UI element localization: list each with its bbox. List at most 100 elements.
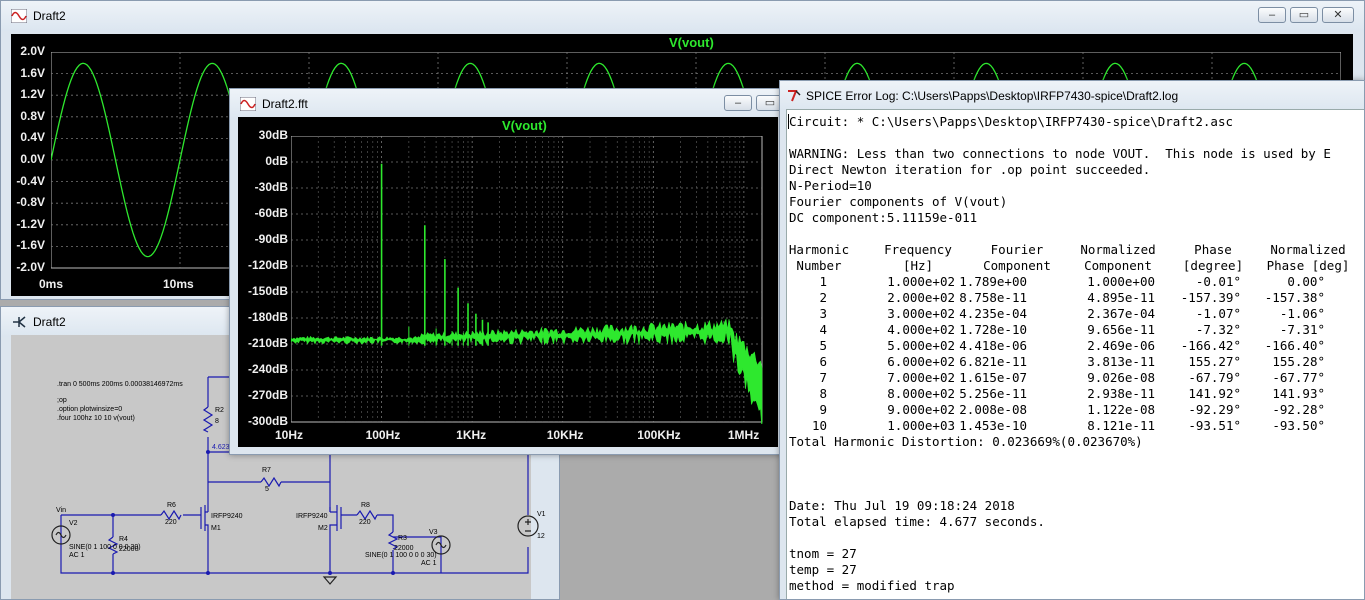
transient-y-tick: -0.4V (16, 173, 45, 188)
log-header-line: Fourier components of V(vout) (789, 194, 1008, 209)
fft-y-tick: -150dB (247, 284, 288, 298)
fourier-table-header: Normalized (1080, 242, 1156, 257)
fft-y-tick: -30dB (254, 180, 288, 194)
r2-label[interactable]: R2 (215, 407, 224, 414)
fourier-table-header: [degree] (1182, 258, 1244, 273)
fourier-table-cell: 0.00° (1287, 274, 1325, 289)
transient-y-tick: 0.0V (20, 152, 45, 166)
fft-titlebar[interactable]: Draft2.fft – ▭ (230, 89, 786, 119)
fourier-table-header: Frequency (884, 242, 952, 257)
log-titlebar[interactable]: SPICE Error Log: C:\Users\Papps\Desktop\… (780, 81, 1364, 111)
close-button[interactable]: ✕ (1322, 7, 1354, 23)
transient-y-tick: 0.4V (20, 130, 45, 145)
r6-value[interactable]: 220 (165, 519, 177, 526)
m1-label[interactable]: M1 (211, 525, 221, 532)
fourier-table-cell: -7.32° (1195, 322, 1241, 337)
fft-x-tick: 1KHz (456, 428, 487, 442)
r7-value[interactable]: 5 (265, 486, 269, 493)
fourier-table-header: Harmonic (788, 242, 850, 257)
fourier-table-cell: 4.235e-04 (959, 306, 1027, 321)
fourier-table-cell: 4 (819, 322, 827, 337)
fourier-table-cell: 6 (819, 354, 827, 369)
fft-x-tick: 10Hz (275, 428, 304, 442)
r3-value[interactable]: 22000 (394, 545, 413, 552)
node-voltage-label: 4.623 (212, 444, 230, 451)
fourier-table-header: Fourier (990, 242, 1044, 257)
fourier-table-cell: 9 (819, 402, 827, 417)
r4-label[interactable]: R4 (119, 536, 128, 543)
v3-ac-spec[interactable]: AC 1 (421, 560, 437, 567)
fourier-table-header: Component (1084, 258, 1152, 273)
fourier-table-header: Normalized (1270, 242, 1346, 257)
fourier-table-cell: 10 (811, 418, 827, 433)
vin-net-label[interactable]: Vin (56, 507, 66, 514)
fourier-table-cell: 1.000e+00 (1087, 274, 1155, 289)
fourier-table-header: Number (796, 258, 842, 273)
log-header-line: N-Period=10 (789, 178, 872, 193)
v3-source-spec[interactable]: SINE(0 1 100 0 0 0 30) (365, 552, 437, 559)
fft-y-tick: -240dB (247, 362, 288, 376)
fourier-table-cell: -7.31° (1279, 322, 1325, 337)
v2-label[interactable]: V2 (69, 520, 78, 527)
fourier-table-cell: 1.122e-08 (1087, 402, 1155, 417)
fourier-table-cell: 1.453e-10 (959, 418, 1027, 433)
fourier-table-cell: 2.938e-11 (1087, 386, 1155, 401)
fourier-table-cell: -157.39° (1180, 290, 1241, 305)
r2-value[interactable]: 8 (215, 418, 219, 425)
transient-y-tick: 0.8V (20, 108, 45, 123)
fourier-table-cell: 141.93° (1272, 386, 1325, 401)
fft-grid-frame (291, 136, 763, 423)
transient-title: Draft2 (33, 9, 66, 23)
r6-label[interactable]: R6 (167, 502, 176, 509)
fourier-table-cell: -166.42° (1180, 338, 1241, 353)
fft-grid (291, 136, 762, 422)
fourier-table-cell: -93.51° (1188, 418, 1241, 433)
r4-value[interactable]: 22000 (119, 546, 138, 553)
fourier-table-cell: 155.28° (1272, 354, 1325, 369)
spice-log-icon (788, 90, 801, 102)
fft-plot-window[interactable]: Draft2.fft – ▭ V(vout) 30dB 0dB -30dB -60dB… (229, 88, 787, 455)
log-text-area[interactable]: Circuit: * C:\Users\Papps\Desktop\IRFP74… (786, 109, 1364, 599)
fft-y-tick: 30dB (258, 128, 288, 142)
transient-y-tick: -2.0V (16, 260, 45, 274)
m2-label[interactable]: M2 (318, 525, 328, 532)
error-log-window[interactable]: SPICE Error Log: C:\Users\Papps\Desktop\… (779, 80, 1365, 600)
fourier-table-cell: 141.92° (1188, 386, 1241, 401)
minimize-icon: – (1268, 9, 1276, 21)
fourier-table-cell: 2 (819, 290, 827, 305)
transient-y-tick: -1.2V (16, 216, 45, 231)
fourier-table-cell: 8.758e-11 (959, 290, 1027, 305)
fourier-table-cell: 4.418e-06 (959, 338, 1027, 353)
fft-y-tick: -90dB (254, 232, 288, 246)
fourier-table-cell: 3.813e-11 (1087, 354, 1155, 369)
m1-model-label[interactable]: IRFP9240 (211, 513, 243, 520)
r8-value[interactable]: 220 (359, 519, 371, 526)
fourier-table-cell: 1.615e-07 (959, 370, 1027, 385)
r3-label[interactable]: R3 (398, 535, 407, 542)
v1-label[interactable]: V1 (537, 511, 546, 518)
thd-line: Total Harmonic Distortion: 0.023669%(0.0… (789, 434, 1143, 449)
close-icon: ✕ (1333, 9, 1343, 21)
fft-trace-label[interactable]: V(vout) (502, 118, 547, 133)
transient-x-tick: 0ms (39, 277, 64, 291)
transient-x-tick: 10ms (163, 277, 194, 291)
maximize-button[interactable]: ▭ (1290, 7, 1318, 23)
transient-trace-label[interactable]: V(vout) (669, 35, 714, 50)
fourier-table-cell: 5 (819, 338, 827, 353)
log-header-line: DC component:5.11159e-011 (789, 210, 978, 225)
transient-titlebar[interactable]: Draft2 – ▭ ✕ (1, 1, 1364, 31)
fourier-table-cell: 2.008e-08 (959, 402, 1027, 417)
minimize-button[interactable]: – (1258, 7, 1286, 23)
r7-label[interactable]: R7 (262, 467, 271, 474)
m2-model-label[interactable]: IRFP9240 (296, 513, 328, 520)
fourier-table-cell: -166.40° (1264, 338, 1325, 353)
fourier-table-cell: 5.256e-11 (959, 386, 1027, 401)
log-footer-line: tnom = 27 (789, 546, 857, 561)
v3-label[interactable]: V3 (429, 529, 438, 536)
fft-title: Draft2.fft (262, 97, 308, 111)
r8-label[interactable]: R8 (361, 502, 370, 509)
v1-value[interactable]: 12 (537, 533, 545, 540)
fft-minimize-button[interactable]: – (724, 95, 752, 111)
v2-ac-spec[interactable]: AC 1 (69, 552, 85, 559)
log-header-line: WARNING: Less than two connections to no… (789, 146, 1331, 161)
